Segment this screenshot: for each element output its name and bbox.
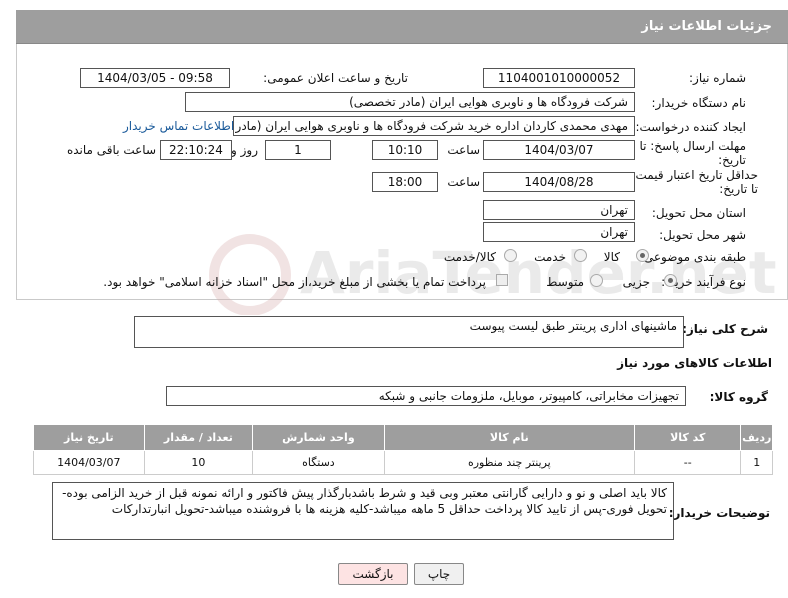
process-radio-minor[interactable] bbox=[664, 274, 677, 287]
goods-group-field: تجهیزات مخابراتی، کامپیوتر، موبایل، ملزو… bbox=[166, 386, 686, 406]
deadline-time-label: ساعت bbox=[447, 143, 480, 157]
cell-unit: دستگاه bbox=[252, 450, 385, 475]
deadline-date-field: 1404/03/07 bbox=[483, 140, 635, 160]
deadline-label: مهلت ارسال پاسخ: تا تاریخ: bbox=[639, 139, 746, 167]
col-date: تاریخ نیاز bbox=[33, 424, 145, 451]
days-label: روز و bbox=[231, 143, 258, 157]
table-row: 1 -- پرینتر چند منظوره دستگاه 10 1404/03… bbox=[33, 450, 773, 475]
summary-label: شرح کلی نیاز: bbox=[682, 322, 768, 336]
goods-section-title: اطلاعات کالاهای مورد نیاز bbox=[617, 356, 772, 370]
category-radio-goods-service[interactable] bbox=[504, 249, 517, 262]
col-qty: تعداد / مقدار bbox=[143, 424, 254, 451]
category-radio-goods[interactable] bbox=[636, 249, 649, 262]
category-label: طبقه بندی موضوعی: bbox=[639, 250, 746, 264]
city-label: شهر محل تحویل: bbox=[659, 228, 746, 242]
goods-table: ردیف کد کالا نام کالا واحد شمارش تعداد /… bbox=[33, 424, 773, 475]
validity-label-line1: حداقل تاریخ اعتبار قیمت: bbox=[631, 168, 758, 182]
days-field: 1 bbox=[265, 140, 331, 160]
buyer-org-field: شرکت فرودگاه ها و ناوبری هوایی ایران (ما… bbox=[185, 92, 635, 112]
deadline-time-field: 10:10 bbox=[372, 140, 438, 160]
goods-group-label: گروه کالا: bbox=[709, 390, 768, 404]
validity-label: حداقل تاریخ اعتبار قیمت: تا تاریخ: bbox=[631, 168, 758, 196]
validity-time-label: ساعت bbox=[447, 175, 480, 189]
category-option-goods: کالا bbox=[603, 250, 620, 264]
process-option-minor: جزیی bbox=[622, 275, 650, 289]
validity-time-field: 18:00 bbox=[372, 172, 438, 192]
announce-field: 1404/03/05 - 09:58 bbox=[80, 68, 230, 88]
need-number-field: 1104001010000052 bbox=[483, 68, 635, 88]
panel-header: جزئیات اطلاعات نیاز bbox=[16, 10, 788, 44]
announce-label: تاریخ و ساعت اعلان عمومی: bbox=[263, 71, 408, 85]
category-option-goods-service: کالا/خدمت bbox=[443, 250, 496, 264]
deadline-label-line2: تاریخ: bbox=[718, 153, 746, 167]
cell-row: 1 bbox=[740, 450, 773, 475]
cell-date: 1404/03/07 bbox=[33, 450, 145, 475]
notes-field: کالا باید اصلی و نو و دارایی گارانتی معت… bbox=[52, 482, 674, 540]
col-unit: واحد شمارش bbox=[252, 424, 385, 451]
creator-field: مهدی محمدی کاردان اداره خرید شرکت فرودگا… bbox=[233, 116, 635, 136]
process-radio-medium[interactable] bbox=[590, 274, 603, 287]
process-option-medium: متوسط bbox=[546, 275, 584, 289]
treasury-payment-checkbox[interactable] bbox=[496, 274, 508, 286]
payment-note: پرداخت تمام یا بخشی از مبلغ خرید،از محل … bbox=[103, 275, 486, 289]
col-code: کد کالا bbox=[634, 424, 742, 451]
category-radio-service[interactable] bbox=[574, 249, 587, 262]
validity-label-line2: تا تاریخ: bbox=[719, 182, 758, 196]
contact-buyer-link[interactable]: اطلاعات تماس خریدار bbox=[123, 119, 234, 133]
notes-label: توضیحات خریدار: bbox=[668, 506, 770, 520]
deadline-label-line1: مهلت ارسال پاسخ: تا bbox=[639, 139, 746, 153]
buyer-org-label: نام دستگاه خریدار: bbox=[651, 96, 747, 110]
need-number-label: شماره نیاز: bbox=[689, 71, 746, 85]
category-option-service: خدمت bbox=[534, 250, 566, 264]
province-label: استان محل تحویل: bbox=[651, 206, 746, 220]
creator-label: ایجاد کننده درخواست: bbox=[635, 120, 746, 134]
goods-table-header: ردیف کد کالا نام کالا واحد شمارش تعداد /… bbox=[33, 424, 773, 451]
remaining-label: ساعت باقی مانده bbox=[66, 143, 156, 157]
col-name: نام کالا bbox=[383, 424, 636, 451]
remaining-time-field: 22:10:24 bbox=[160, 140, 232, 160]
cell-qty: 10 bbox=[143, 450, 254, 475]
panel-title: جزئیات اطلاعات نیاز bbox=[641, 19, 772, 34]
print-button[interactable]: چاپ bbox=[414, 563, 464, 585]
cell-code: -- bbox=[634, 450, 742, 475]
city-field: تهران bbox=[483, 222, 635, 242]
summary-field: ماشینهای اداری پرینتر طبق لیست پیوست bbox=[134, 316, 684, 348]
col-row: ردیف bbox=[740, 424, 773, 451]
province-field: تهران bbox=[483, 200, 635, 220]
back-button[interactable]: بازگشت bbox=[338, 563, 408, 585]
cell-name: پرینتر چند منظوره bbox=[383, 450, 636, 475]
validity-date-field: 1404/08/28 bbox=[483, 172, 635, 192]
